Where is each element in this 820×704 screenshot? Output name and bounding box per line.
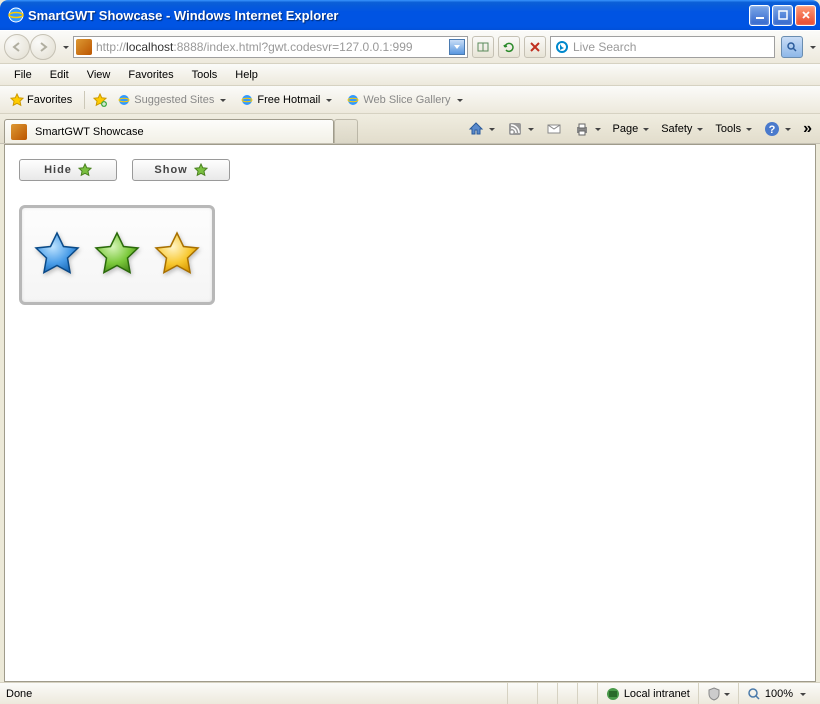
menu-favorites[interactable]: Favorites [120,67,181,83]
back-button[interactable] [4,34,30,60]
hide-button[interactable]: Hide [19,159,117,181]
search-go-button[interactable] [781,36,803,58]
stars-panel [19,205,215,305]
compat-view-button[interactable] [472,36,494,58]
ie-page-icon [117,93,131,107]
tab-site-icon [11,124,27,140]
stop-button[interactable] [524,36,546,58]
window-title: SmartGWT Showcase - Windows Internet Exp… [28,8,749,23]
web-slice-link[interactable]: Web Slice Gallery [342,91,466,109]
menu-help[interactable]: Help [227,67,266,83]
window-titlebar: SmartGWT Showcase - Windows Internet Exp… [0,0,820,30]
tab-active[interactable]: SmartGWT Showcase [4,119,334,143]
close-button[interactable] [795,5,816,26]
protected-mode[interactable] [698,683,738,704]
search-placeholder: Live Search [573,40,636,54]
ie-page-icon [346,93,360,107]
svg-text:?: ? [769,124,776,136]
address-toolbar: http://localhost:8888/index.html?gwt.cod… [0,30,820,64]
new-tab-button[interactable] [334,119,358,143]
feeds-button[interactable] [503,119,538,139]
status-cell [507,683,537,704]
forward-button[interactable] [30,34,56,60]
suggested-sites-link[interactable]: Suggested Sites [113,91,230,109]
more-chevron-icon[interactable]: » [799,120,816,138]
search-dropdown[interactable] [807,41,816,53]
search-box[interactable]: Live Search [550,36,775,58]
star-icon [194,163,208,177]
page-content: Hide Show [4,144,816,682]
zoom-control[interactable]: 100% [738,683,814,704]
url-dropdown-icon[interactable] [449,39,465,55]
star-icon [10,93,24,107]
help-icon: ? [764,121,780,137]
maximize-button[interactable] [772,5,793,26]
help-button[interactable]: ? [760,119,795,139]
add-favorite-icon[interactable] [93,93,107,107]
home-icon [468,121,484,137]
url-text: http://localhost:8888/index.html?gwt.cod… [96,40,449,54]
rss-icon [507,121,523,137]
security-zone[interactable]: Local intranet [597,683,698,704]
tab-bar: SmartGWT Showcase Page Safety Tools ? » [0,114,820,144]
tools-menu[interactable]: Tools [711,121,756,137]
status-cell [557,683,577,704]
menu-bar: File Edit View Favorites Tools Help [0,64,820,86]
menu-file[interactable]: File [6,67,40,83]
status-bar: Done Local intranet 100% [0,682,820,704]
star-icon [78,163,92,177]
show-button[interactable]: Show [132,159,230,181]
zoom-icon [747,687,761,701]
mail-icon [546,121,562,137]
print-icon [574,121,590,137]
separator [84,91,85,109]
status-cell [537,683,557,704]
favorites-bar: Favorites Suggested Sites Free Hotmail W… [0,86,820,114]
home-button[interactable] [464,119,499,139]
bing-icon [555,40,569,54]
refresh-button[interactable] [498,36,520,58]
free-hotmail-link[interactable]: Free Hotmail [236,91,336,109]
ie-icon [8,7,24,23]
safety-menu[interactable]: Safety [657,121,707,137]
address-bar[interactable]: http://localhost:8888/index.html?gwt.cod… [73,36,468,58]
menu-view[interactable]: View [79,67,119,83]
menu-tools[interactable]: Tools [184,67,226,83]
site-icon [76,39,92,55]
status-text: Done [6,688,507,700]
zone-icon [606,687,620,701]
status-cell [577,683,597,704]
favorites-button[interactable]: Favorites [6,91,76,109]
ie-page-icon [240,93,254,107]
shield-icon [707,687,721,701]
nav-history-dropdown[interactable] [60,41,69,53]
print-button[interactable] [570,119,605,139]
blue-star-icon [32,230,82,280]
minimize-button[interactable] [749,5,770,26]
yellow-star-icon [152,230,202,280]
menu-edit[interactable]: Edit [42,67,77,83]
page-menu[interactable]: Page [609,121,654,137]
mail-button[interactable] [542,119,566,139]
green-star-icon [92,230,142,280]
